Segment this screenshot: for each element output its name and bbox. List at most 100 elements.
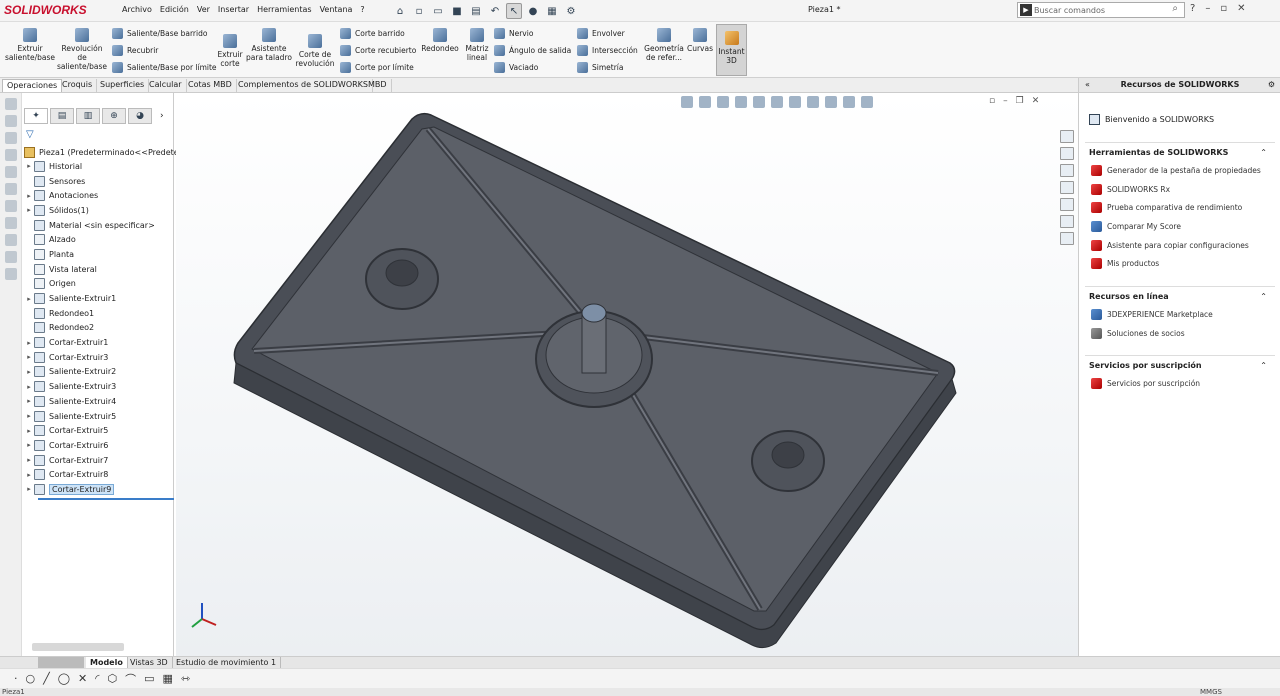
forum-icon[interactable]: [1060, 232, 1074, 245]
tree-node[interactable]: ▸ Cortar-Extruir9: [24, 482, 174, 497]
tree-node[interactable]: ▸ Cortar-Extruir7: [24, 453, 174, 468]
display-manager-icon[interactable]: ◕: [128, 108, 152, 124]
tab-superficies[interactable]: Superficies: [96, 79, 150, 92]
tree-node[interactable]: Planta: [24, 247, 174, 262]
design-library-icon[interactable]: [1060, 147, 1074, 160]
tool-icon[interactable]: [4, 115, 17, 127]
tree-node[interactable]: ▸ Cortar-Extruir8: [24, 467, 174, 482]
revolve-boss-button[interactable]: Revolución de saliente/base: [57, 28, 107, 71]
list-item[interactable]: Mis productos: [1085, 254, 1275, 273]
menu-archivo[interactable]: Archivo: [118, 5, 156, 14]
graphics-area[interactable]: ▫ – ❐ ✕: [176, 93, 1078, 656]
expand-arrow-icon[interactable]: ▸: [24, 441, 34, 449]
resources-home-icon[interactable]: [1060, 130, 1074, 143]
list-item[interactable]: Soluciones de socios: [1085, 324, 1275, 343]
extrude-cut-button[interactable]: Extruir corte: [214, 34, 246, 68]
menu-edicion[interactable]: Edición: [156, 5, 193, 14]
tree-node[interactable]: ▸ Saliente-Extruir5: [24, 409, 174, 424]
tree-node[interactable]: ▸ Sólidos(1): [24, 203, 174, 218]
section-header[interactable]: Servicios por suscripción ⌃: [1085, 356, 1275, 374]
tab-complementos[interactable]: Complementos de SOLIDWORKS: [234, 79, 374, 92]
expand-arrow-icon[interactable]: ▸: [24, 162, 34, 170]
minimize-icon[interactable]: –: [1205, 3, 1210, 14]
mirror-sketch-icon[interactable]: ⇿: [181, 672, 190, 685]
help-icon[interactable]: ?: [1190, 3, 1195, 14]
tree-root[interactable]: Pieza1 (Predeterminado<<Predeterm: [24, 145, 190, 159]
list-item[interactable]: Prueba comparativa de rendimiento: [1085, 198, 1275, 217]
wrap-button[interactable]: Envolver: [577, 28, 625, 39]
chevron-up-icon[interactable]: ⌃: [1260, 292, 1267, 301]
rectangle-icon[interactable]: ▭: [144, 672, 154, 685]
tree-node[interactable]: ▸ Historial: [24, 159, 174, 174]
swept-boss-button[interactable]: Saliente/Base barrido: [112, 28, 207, 39]
expand-arrow-icon[interactable]: ▸: [24, 412, 34, 420]
point-icon[interactable]: ·: [14, 672, 18, 685]
property-manager-icon[interactable]: ▤: [50, 108, 74, 124]
tree-node[interactable]: ▸ Saliente-Extruir1: [24, 291, 174, 306]
tool-icon[interactable]: [4, 200, 17, 212]
arc-icon[interactable]: ◜: [95, 672, 99, 685]
expand-arrow-icon[interactable]: ▸: [24, 192, 34, 200]
expand-arrow-icon[interactable]: ▸: [24, 295, 34, 303]
draft-button[interactable]: Ángulo de salida: [494, 45, 571, 56]
list-item[interactable]: Asistente para copiar configuraciones: [1085, 236, 1275, 255]
undo-icon[interactable]: ↶: [487, 3, 503, 19]
hole-wizard-button[interactable]: Asistente para taladro: [246, 28, 292, 62]
tool-icon[interactable]: [4, 234, 17, 246]
pin-icon[interactable]: ⚙: [1268, 78, 1275, 92]
horizontal-scrollbar[interactable]: [32, 643, 124, 651]
custom-properties-icon[interactable]: [1060, 215, 1074, 228]
tree-node[interactable]: Origen: [24, 277, 174, 292]
close-icon[interactable]: ✕: [1237, 3, 1245, 14]
tab-croquis[interactable]: Croquis: [58, 79, 98, 92]
fillet-sketch-icon[interactable]: ⌒: [125, 671, 136, 687]
expand-arrow-icon[interactable]: ▸: [24, 383, 34, 391]
appearances-icon[interactable]: [1060, 198, 1074, 211]
curves-button[interactable]: Curvas: [686, 28, 714, 53]
grid-icon[interactable]: ▦: [163, 672, 173, 685]
print-icon[interactable]: ▤: [468, 3, 484, 19]
circle-sketch-icon[interactable]: ◯: [58, 672, 70, 685]
rollback-bar[interactable]: [38, 498, 174, 500]
menu-ventana[interactable]: Ventana: [316, 5, 357, 14]
search-scope-icon[interactable]: ▶: [1020, 4, 1032, 16]
tree-node[interactable]: Material <sin especificar>: [24, 218, 174, 233]
dimxpert-icon[interactable]: ⊕: [102, 108, 126, 124]
home-icon[interactable]: ⌂: [392, 3, 408, 19]
configuration-manager-icon[interactable]: ▥: [76, 108, 100, 124]
expand-arrow-icon[interactable]: ▸: [24, 471, 34, 479]
expand-arrow-icon[interactable]: ▸: [24, 206, 34, 214]
list-item[interactable]: Generador de la pestaña de propiedades: [1085, 161, 1275, 180]
file-properties-icon[interactable]: ▦: [544, 3, 560, 19]
expand-arrow-icon[interactable]: ▸: [24, 339, 34, 347]
tree-node[interactable]: ▸ Cortar-Extruir5: [24, 423, 174, 438]
intersect-button[interactable]: Intersección: [577, 45, 638, 56]
expand-arrow-icon[interactable]: ▸: [24, 397, 34, 405]
tool-icon[interactable]: [4, 217, 17, 229]
polygon-icon[interactable]: ⬡: [108, 672, 118, 685]
reference-geometry-button[interactable]: Geometría de refer...: [644, 28, 684, 62]
filter-icon[interactable]: ▽: [26, 129, 34, 140]
options-gear-icon[interactable]: ⚙: [563, 3, 579, 19]
new-document-icon[interactable]: ▫: [411, 3, 427, 19]
save-icon[interactable]: ■: [449, 3, 465, 19]
tree-node[interactable]: ▸ Anotaciones: [24, 188, 174, 203]
list-item[interactable]: 3DEXPERIENCE Marketplace: [1085, 305, 1275, 324]
list-item[interactable]: Servicios por suscripción: [1085, 374, 1275, 393]
chevron-up-icon[interactable]: ⌃: [1260, 361, 1267, 370]
tool-icon[interactable]: [4, 268, 17, 280]
menu-ver[interactable]: Ver: [193, 5, 214, 14]
fillet-button[interactable]: Redondeo: [420, 28, 460, 53]
expand-arrow-icon[interactable]: ▸: [24, 456, 34, 464]
tree-node[interactable]: ▸ Cortar-Extruir6: [24, 438, 174, 453]
list-item[interactable]: SOLIDWORKS Rx: [1085, 180, 1275, 199]
part-model[interactable]: [176, 93, 1078, 656]
solidworks-logo[interactable]: SOLIDWORKS: [4, 3, 87, 17]
expand-arrow-icon[interactable]: ▸: [24, 427, 34, 435]
tool-icon[interactable]: [4, 166, 17, 178]
extrude-boss-button[interactable]: Extruir saliente/base: [5, 28, 55, 62]
tree-node[interactable]: ▸ Saliente-Extruir3: [24, 379, 174, 394]
circle-icon[interactable]: ○: [26, 672, 36, 685]
tab-operaciones[interactable]: Operaciones: [2, 79, 63, 92]
loft-button[interactable]: Recubrir: [112, 45, 158, 56]
